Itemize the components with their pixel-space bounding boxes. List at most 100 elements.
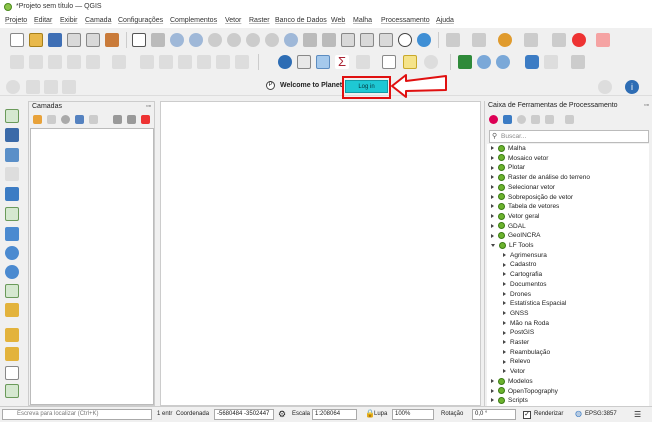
expand-all-icon[interactable] xyxy=(113,115,122,124)
add-wfs-icon[interactable] xyxy=(5,246,19,260)
processing-tree-item[interactable]: Agrimensura xyxy=(503,251,547,261)
processing-tree-item[interactable]: Raster de análise do terreno xyxy=(491,173,590,183)
chevron-right-icon[interactable] xyxy=(491,155,494,160)
new-virtual-layer-icon[interactable] xyxy=(5,384,19,398)
new-print-layout-icon[interactable] xyxy=(67,33,81,47)
processing-tree-item[interactable]: OpenTopography xyxy=(491,387,558,397)
vertex-tool-icon[interactable] xyxy=(112,55,126,69)
processing-tree-item[interactable]: LF Tools xyxy=(491,241,533,251)
processing-tree-item[interactable]: Scripts xyxy=(491,396,528,406)
edit-pencil-icon[interactable] xyxy=(10,55,24,69)
settings-gear-icon[interactable] xyxy=(424,55,438,69)
copy-icon[interactable] xyxy=(178,55,192,69)
plugin-tool-icon[interactable] xyxy=(571,55,585,69)
coordinate-field[interactable]: -5680484 -3502447 xyxy=(214,409,274,420)
menu-banco-de-dados[interactable]: Banco de Dados xyxy=(275,17,327,24)
layout-manager-icon[interactable] xyxy=(86,33,100,47)
chevron-down-icon[interactable] xyxy=(491,243,495,247)
style-manager-icon[interactable] xyxy=(105,33,119,47)
processing-tree-item[interactable]: Relevo xyxy=(503,357,530,367)
node-tool-icon[interactable] xyxy=(472,33,486,47)
chevron-right-icon[interactable] xyxy=(503,262,506,267)
python-console-icon[interactable] xyxy=(525,55,539,69)
chevron-right-icon[interactable] xyxy=(491,379,494,384)
processing-tree-item[interactable]: Malha xyxy=(491,144,526,154)
messages-icon[interactable]: ☰ xyxy=(634,410,641,419)
chevron-right-icon[interactable] xyxy=(491,223,494,228)
chevron-right-icon[interactable] xyxy=(503,349,506,354)
add-polygon-icon[interactable] xyxy=(48,55,62,69)
new-temp-layer-icon[interactable] xyxy=(5,366,19,380)
chevron-right-icon[interactable] xyxy=(491,185,494,190)
bookmark-icon[interactable] xyxy=(379,33,393,47)
chevron-right-icon[interactable] xyxy=(503,301,506,306)
add-spatialite-icon[interactable] xyxy=(5,187,19,201)
magnifier-field[interactable]: 100% xyxy=(392,409,434,420)
processing-tree-item[interactable]: Tabela de vetores xyxy=(491,202,559,212)
locator-input[interactable]: Escreva para localizar (Ctrl+K) xyxy=(2,409,152,420)
processing-tree-item[interactable]: Modelos xyxy=(491,377,533,387)
chevron-right-icon[interactable] xyxy=(491,194,494,199)
processing-tree-item[interactable]: GNSS xyxy=(503,309,528,319)
add-line-icon[interactable] xyxy=(67,55,81,69)
planet-explorer-icon[interactable] xyxy=(26,80,40,94)
add-group-icon[interactable] xyxy=(47,115,56,124)
processing-tree-item[interactable]: Cadastro xyxy=(503,260,536,270)
zoom-full-icon[interactable] xyxy=(227,33,241,47)
processing-tree-item[interactable]: Cartografia xyxy=(503,270,542,280)
abc-label-icon[interactable] xyxy=(596,33,610,47)
results-viewer-icon[interactable] xyxy=(531,115,540,124)
planet-basemap-icon[interactable] xyxy=(62,80,76,94)
processing-tree-item[interactable]: Mosaico vetor xyxy=(491,154,548,164)
zoom-last-icon[interactable] xyxy=(303,33,317,47)
processing-tree-item[interactable]: Documentos xyxy=(503,280,547,290)
chevron-right-icon[interactable] xyxy=(503,369,506,374)
new-project-icon[interactable] xyxy=(10,33,24,47)
processing-tree-item[interactable]: Reambulação xyxy=(503,348,550,358)
processing-tree-item[interactable]: Selecionar vetor xyxy=(491,183,555,193)
zoom-rubber-icon[interactable] xyxy=(208,33,222,47)
add-raster-layer-icon[interactable] xyxy=(5,128,19,142)
menu-projeto[interactable]: Projeto xyxy=(5,17,27,24)
ruler-icon[interactable] xyxy=(544,55,558,69)
models-icon[interactable] xyxy=(489,115,498,124)
panel-close-icon[interactable]: ▫▫ xyxy=(644,102,649,109)
menu-raster[interactable]: Raster xyxy=(249,17,270,24)
menu-camada[interactable]: Camada xyxy=(85,17,111,24)
add-vector-tile-icon[interactable] xyxy=(5,303,19,317)
add-wcs-icon[interactable] xyxy=(5,265,19,279)
chevron-right-icon[interactable] xyxy=(491,233,494,238)
chevron-right-icon[interactable] xyxy=(491,204,494,209)
menu-ajuda[interactable]: Ajuda xyxy=(436,17,454,24)
python-scripts-icon[interactable] xyxy=(503,115,512,124)
add-delimited-text-icon[interactable] xyxy=(5,167,19,181)
new-map-view-icon[interactable] xyxy=(341,33,355,47)
map-canvas[interactable] xyxy=(160,101,481,406)
add-mesh-layer-icon[interactable] xyxy=(5,148,19,162)
add-xyz-icon[interactable] xyxy=(5,284,19,298)
processing-tree-item[interactable]: Raster xyxy=(503,338,529,348)
redo-icon[interactable] xyxy=(235,55,249,69)
new-3d-view-icon[interactable] xyxy=(360,33,374,47)
processing-tree-item[interactable]: PostGIS xyxy=(503,328,534,338)
map-tips-icon[interactable] xyxy=(403,55,417,69)
select-icon[interactable] xyxy=(552,33,566,47)
chevron-right-icon[interactable] xyxy=(491,398,494,403)
pan-map-icon[interactable] xyxy=(132,33,146,47)
chevron-right-icon[interactable] xyxy=(503,252,506,257)
planet-order-icon[interactable] xyxy=(44,80,58,94)
annotation-text-icon[interactable] xyxy=(382,55,396,69)
processing-tree-item[interactable]: GeoINCRA xyxy=(491,231,541,241)
menu-editar[interactable]: Editar xyxy=(34,17,52,24)
measure-icon[interactable] xyxy=(498,33,512,47)
scale-field[interactable]: 1:208064 xyxy=(312,409,357,420)
chevron-right-icon[interactable] xyxy=(491,175,494,180)
add-virtual-layer-icon[interactable] xyxy=(5,207,19,221)
zoom-selection-icon[interactable] xyxy=(246,33,260,47)
brazil-flag-icon[interactable] xyxy=(458,55,472,69)
crs-button[interactable]: EPSG:3857 xyxy=(585,411,617,417)
menu-processamento[interactable]: Processamento xyxy=(381,17,430,24)
chevron-right-icon[interactable] xyxy=(503,340,506,345)
options-icon[interactable] xyxy=(565,115,574,124)
delete-selected-icon[interactable] xyxy=(140,55,154,69)
